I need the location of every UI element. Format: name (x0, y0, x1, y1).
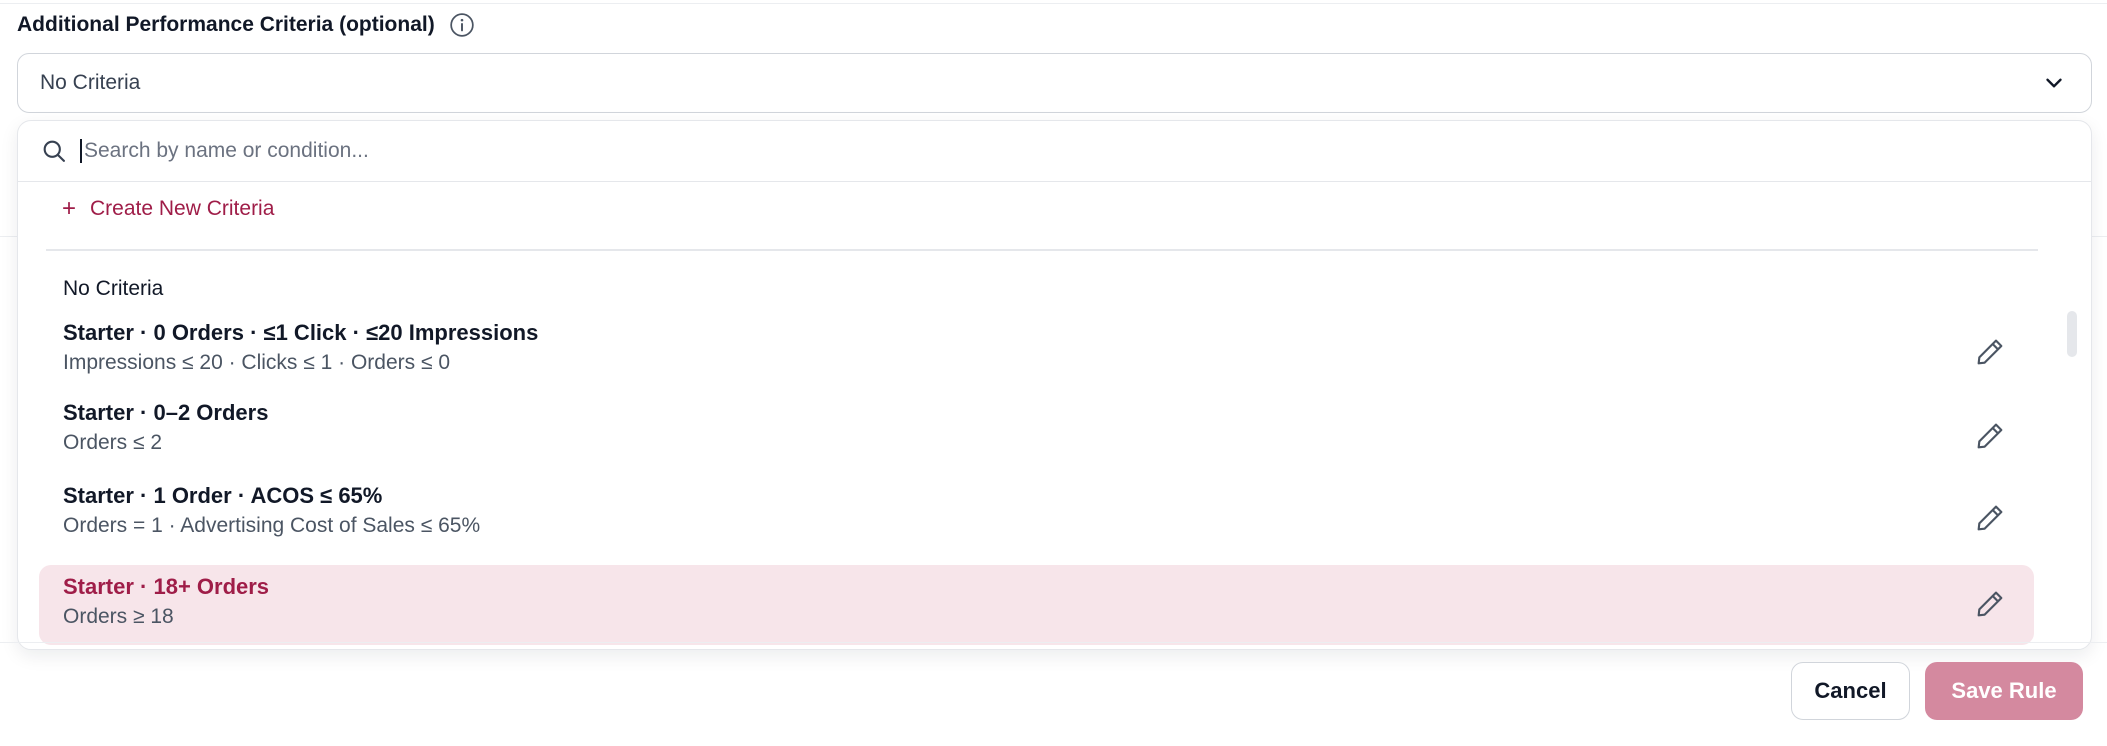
info-icon[interactable] (449, 12, 475, 38)
option-subtitle: Orders ≤ 2 (63, 431, 163, 454)
option-subtitle: Orders ≥ 18 (63, 605, 174, 628)
criteria-select-value: No Criteria (40, 71, 141, 94)
pencil-icon[interactable] (1974, 336, 2006, 368)
pencil-icon[interactable] (1974, 588, 2006, 620)
criteria-options-list: + Create New Criteria No Criteria Starte… (18, 183, 2091, 645)
create-new-criteria-label: Create New Criteria (90, 197, 275, 220)
save-rule-button[interactable]: Save Rule (1925, 662, 2083, 720)
option-subtitle: Impressions ≤ 20 · Clicks ≤ 1 · Orders ≤… (63, 351, 451, 374)
option-subtitle: Orders = 1 · Advertising Cost of Sales ≤… (63, 514, 481, 537)
cancel-button[interactable]: Cancel (1791, 662, 1910, 720)
option-title: Starter · 1 Order · ACOS ≤ 65% (63, 483, 383, 508)
list-divider (46, 249, 2038, 251)
rule-editor-page: Additional Performance Criteria (optiona… (0, 0, 2107, 746)
search-row (18, 121, 2091, 182)
search-input[interactable] (80, 139, 1880, 163)
list-item[interactable]: Starter · 1 Order · ACOS ≤ 65% Orders = … (39, 477, 2034, 557)
list-item-highlighted[interactable]: Starter · 18+ Orders Orders ≥ 18 (39, 565, 2034, 645)
option-title: Starter · 0 Orders · ≤1 Click · ≤20 Impr… (63, 320, 539, 345)
option-title: Starter · 0–2 Orders (63, 400, 269, 425)
scrollbar-thumb[interactable] (2067, 311, 2077, 357)
create-new-criteria-button[interactable]: + Create New Criteria (62, 197, 274, 221)
option-no-criteria[interactable]: No Criteria (63, 277, 163, 301)
criteria-label-text: Additional Performance Criteria (optiona… (17, 13, 435, 36)
criteria-select[interactable]: No Criteria (17, 53, 2092, 113)
pencil-icon[interactable] (1974, 502, 2006, 534)
pencil-icon[interactable] (1974, 420, 2006, 452)
criteria-dropdown: + Create New Criteria No Criteria Starte… (17, 120, 2092, 650)
footer-divider (0, 642, 2107, 643)
criteria-field-label: Additional Performance Criteria (optiona… (17, 12, 475, 38)
background-divider (0, 3, 2107, 4)
plus-icon: + (62, 195, 77, 222)
chevron-down-icon (2046, 78, 2062, 88)
list-item[interactable]: Starter · 0–2 Orders Orders ≤ 2 (39, 394, 2034, 474)
list-item[interactable]: Starter · 0 Orders · ≤1 Click · ≤20 Impr… (39, 314, 2034, 394)
search-icon (43, 140, 65, 162)
option-title: Starter · 18+ Orders (63, 574, 270, 599)
